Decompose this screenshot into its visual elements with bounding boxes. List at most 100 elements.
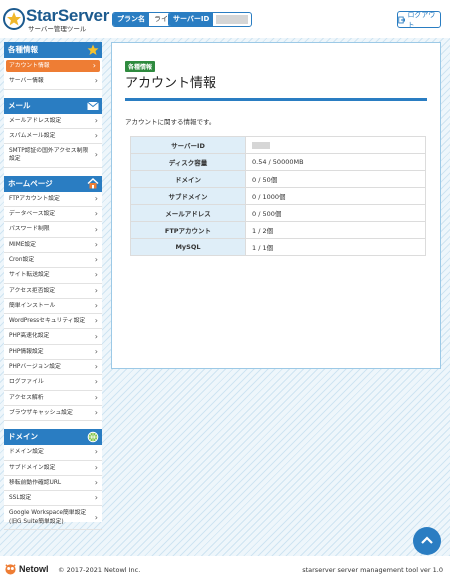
chevron-right-icon: › xyxy=(94,224,98,234)
chevron-right-icon: › xyxy=(94,362,98,372)
chevron-right-icon: › xyxy=(94,331,98,341)
sidebar-item-label: Google Workspace簡単設定 (旧G Suite簡単設定) xyxy=(9,510,87,525)
chevron-right-icon: › xyxy=(94,377,98,387)
sidebar-item[interactable]: 簡単インストール › xyxy=(4,299,102,315)
info-label: サブドメイン xyxy=(130,187,246,205)
sidebar-section-header: 各種情報 xyxy=(4,42,102,58)
info-value: 1 / 2個 xyxy=(252,227,274,235)
sidebar-item[interactable]: 移転前動作確認URL › xyxy=(4,476,102,492)
sidebar-section-title: ドメイン xyxy=(8,432,38,442)
info-value: 0 / 500個 xyxy=(252,210,282,218)
sidebar-item[interactable]: PHP情報設定 › xyxy=(4,345,102,361)
info-value-cell: 0 / 50個 xyxy=(245,170,426,188)
server-id-value xyxy=(216,15,249,24)
info-label: ドメイン xyxy=(130,170,246,188)
sidebar-item-label: SMTP認証の国外アクセス制限設定 xyxy=(9,148,89,163)
info-value-cell: 1 / 2個 xyxy=(245,221,426,239)
globe-icon xyxy=(87,431,99,443)
sidebar-item-label: PHPバージョン設定 xyxy=(9,364,61,371)
sidebar-item-label: 移転前動作確認URL xyxy=(9,479,62,486)
sidebar-item[interactable]: サブドメイン設定 › xyxy=(4,461,102,476)
chevron-right-icon: › xyxy=(94,115,98,125)
sidebar-item[interactable]: サーバー情報 › xyxy=(4,74,102,90)
sidebar-item[interactable]: Google Workspace簡単設定 (旧G Suite簡単設定) › xyxy=(4,506,102,531)
logout-icon xyxy=(398,16,406,23)
main-panel: 各種情報 アカウント情報 アカウントに関する情報です。 サーバーID ディスク容量… xyxy=(111,42,441,369)
sidebar-item[interactable]: ブラウザキャッシュ設定 › xyxy=(4,406,102,422)
chevron-right-icon: › xyxy=(94,254,98,264)
sidebar-item-label: PHP情報設定 xyxy=(9,348,44,355)
chevron-right-icon: › xyxy=(92,60,96,70)
redacted-value xyxy=(252,141,270,149)
table-row: ドメイン 0 / 50個 xyxy=(130,170,426,188)
sidebar-item-label: 簡単インストール xyxy=(9,302,56,309)
section-badge: 各種情報 xyxy=(125,61,156,72)
star-icon xyxy=(87,44,99,56)
sidebar-item-label: アカウント情報 xyxy=(9,63,50,69)
sidebar-item-label: FTPアカウント設定 xyxy=(9,195,60,202)
sidebar-item[interactable]: MIME設定 › xyxy=(4,238,102,253)
sidebar-item[interactable]: Cron設定 › xyxy=(4,253,102,269)
info-value: 0.54 / 50000MB xyxy=(252,158,304,166)
info-value-cell: 1 / 1個 xyxy=(245,238,426,256)
info-value-cell xyxy=(245,136,426,154)
sidebar-item[interactable]: アカウント情報 › xyxy=(6,60,100,73)
info-label: サーバーID xyxy=(130,136,246,154)
sidebar-item[interactable]: メールアドレス設定 › xyxy=(4,114,102,129)
chevron-right-icon: › xyxy=(94,477,98,487)
sidebar-item-label: サーバー情報 xyxy=(9,78,44,85)
table-row: ディスク容量 0.54 / 50000MB xyxy=(130,153,426,171)
netowl-logo[interactable]: Netowl xyxy=(4,562,49,575)
sidebar-item-label: パスワード制限 xyxy=(9,226,50,233)
sidebar-item[interactable]: WordPressセキュリティ設定 › xyxy=(4,314,102,330)
sidebar-item-label: サイト転送設定 xyxy=(9,272,50,279)
server-id-indicator: サーバーID xyxy=(168,12,253,27)
plan-label: プラン名 xyxy=(113,13,149,26)
owl-icon xyxy=(5,564,16,575)
sidebar-item[interactable]: アクセス拒否設定 › xyxy=(4,284,102,299)
sidebar-item[interactable]: SSL設定 › xyxy=(4,491,102,507)
sidebar-item[interactable]: サイト転送設定 › xyxy=(4,268,102,284)
sidebar-item[interactable]: PHPバージョン設定 › xyxy=(4,360,102,376)
sidebar-item[interactable]: データベース設定 › xyxy=(4,207,102,223)
sidebar-item[interactable]: アクセス解析 › xyxy=(4,391,102,406)
sidebar-item-label: SSL設定 xyxy=(9,495,32,502)
chevron-right-icon: › xyxy=(94,285,98,295)
copyright: © 2017-2021 Netowl Inc. xyxy=(58,566,141,574)
sidebar-item-label: Cron設定 xyxy=(9,256,35,263)
info-label: メールアドレス xyxy=(130,204,246,222)
logout-button[interactable]: ログアウト xyxy=(397,10,441,29)
sidebar-item[interactable]: ログファイル › xyxy=(4,375,102,391)
sidebar-item[interactable]: FTPアカウント設定 › xyxy=(4,192,102,208)
sidebar-section-title: メール xyxy=(8,100,31,110)
sidebar-item-label: アクセス解析 xyxy=(9,394,44,401)
table-row: サブドメイン 0 / 1000個 xyxy=(130,187,426,205)
info-label: MySQL xyxy=(130,238,246,256)
mail-icon xyxy=(87,100,99,112)
info-value: 0 / 1000個 xyxy=(252,193,286,201)
sidebar-item[interactable]: パスワード制限 › xyxy=(4,222,102,238)
info-value-cell: 0.54 / 50000MB xyxy=(245,153,426,171)
sidebar-item-label: PHP高速化設定 xyxy=(9,333,50,340)
sidebar-item[interactable]: SMTP認証の国外アクセス制限設定 › xyxy=(4,144,102,168)
scroll-to-top-button[interactable] xyxy=(413,527,441,555)
sidebar-item[interactable]: ドメイン設定 › xyxy=(4,445,102,461)
starserver-logo[interactable]: StarServer サーバー管理ツール xyxy=(3,7,113,33)
sidebar-item-label: サブドメイン設定 xyxy=(9,464,56,471)
sidebar-section-title: 各種情報 xyxy=(8,45,38,54)
sidebar-item[interactable]: スパムメール設定 › xyxy=(4,129,102,145)
chevron-right-icon: › xyxy=(94,300,98,310)
chevron-right-icon: › xyxy=(94,150,98,160)
sidebar-section-title: ホームページ xyxy=(8,178,53,188)
sidebar-item-label: データベース設定 xyxy=(9,211,56,218)
table-row: MySQL 1 / 1個 xyxy=(130,238,426,256)
info-value-cell: 0 / 500個 xyxy=(245,204,426,222)
home-icon xyxy=(87,178,99,190)
chevron-right-icon: › xyxy=(94,392,98,402)
chevron-right-icon: › xyxy=(94,447,98,457)
logout-label: ログアウト xyxy=(407,10,436,29)
table-row: サーバーID xyxy=(130,136,426,154)
sidebar-item-label: WordPressセキュリティ設定 xyxy=(9,318,86,325)
sidebar-item[interactable]: PHP高速化設定 › xyxy=(4,329,102,345)
chevron-right-icon: › xyxy=(94,316,98,326)
